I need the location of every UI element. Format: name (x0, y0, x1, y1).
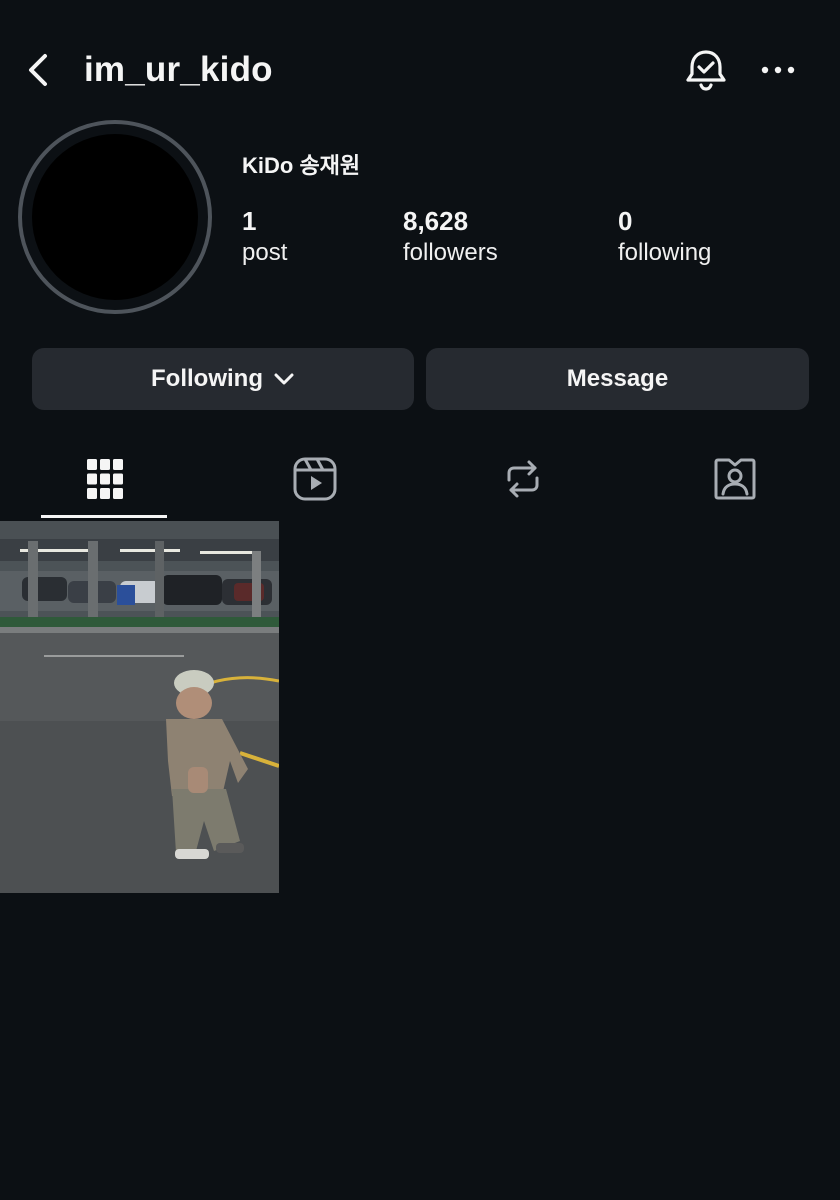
following-stat[interactable]: 0 following (618, 205, 711, 269)
repost-icon (507, 460, 539, 498)
tagged-person-icon (714, 458, 756, 500)
tab-posts-grid[interactable] (0, 440, 210, 518)
message-button[interactable]: Message (426, 348, 809, 410)
followers-count: 8,628 (403, 206, 469, 236)
profile-tabs (0, 440, 840, 520)
chevron-down-icon (274, 373, 294, 385)
message-button-label: Message (566, 365, 669, 392)
followers-stat[interactable]: 8,628 followers (403, 205, 498, 269)
grid-icon (87, 459, 123, 499)
avatar[interactable] (32, 134, 198, 300)
following-count: 0 (618, 206, 633, 236)
header-bar: im_ur_kido (0, 36, 840, 104)
following-button-label: Following (151, 365, 263, 392)
tab-reels[interactable] (210, 440, 420, 518)
back-button[interactable] (18, 50, 58, 90)
posts-count: 1 (242, 206, 257, 236)
tab-tagged[interactable] (630, 440, 840, 518)
bell-check-icon (686, 50, 726, 91)
post-thumbnail[interactable] (0, 521, 279, 893)
display-name: KiDo 송재원 (242, 153, 361, 178)
more-horizontal-icon (761, 66, 795, 74)
followers-label: followers (403, 239, 498, 266)
tab-reposts[interactable] (418, 440, 628, 518)
posts-label: post (242, 239, 288, 266)
avatar-ring[interactable] (18, 120, 212, 314)
following-label: following (618, 239, 712, 266)
notification-bell-button[interactable] (682, 46, 730, 94)
chevron-left-icon (29, 54, 47, 86)
posts-stat[interactable]: 1 post (242, 205, 287, 269)
more-options-button[interactable] (756, 54, 800, 86)
active-tab-indicator (41, 515, 167, 518)
profile-username: im_ur_kido (84, 50, 273, 89)
following-button[interactable]: Following (32, 348, 414, 410)
photo-thumbnail (0, 521, 279, 893)
reels-icon (293, 457, 337, 501)
profile-page: im_ur_kido KiDo 송재원 1 post 8,628 followe… (0, 0, 840, 1200)
